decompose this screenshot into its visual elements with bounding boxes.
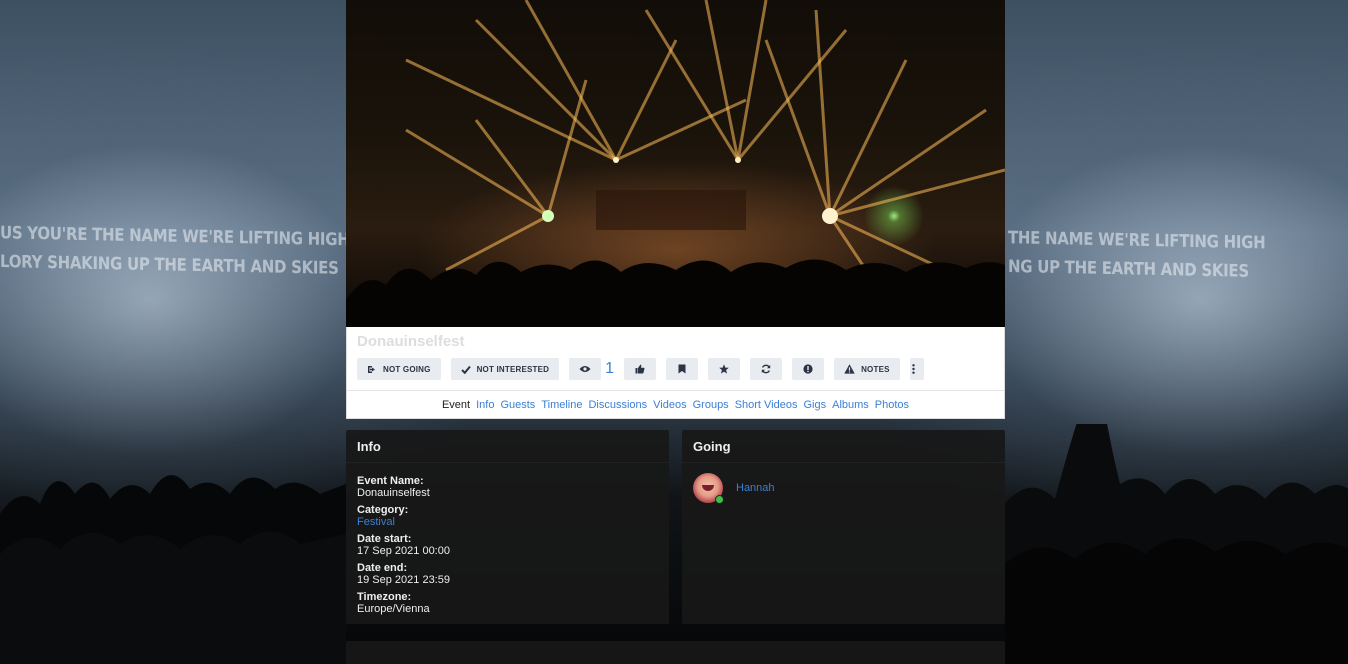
going-panel-title: Going	[682, 430, 1005, 463]
bookmark-icon	[678, 364, 686, 374]
sign-out-icon	[367, 365, 377, 374]
views-button[interactable]	[569, 358, 602, 380]
eye-icon	[579, 365, 591, 373]
going-panel: Going Hannah	[682, 430, 1005, 624]
avatar[interactable]	[693, 473, 724, 504]
info-panel-title: Info	[346, 430, 669, 463]
timezone-value: Europe/Vienna	[357, 603, 430, 615]
not-going-button[interactable]: NOT GOING	[357, 358, 441, 380]
lyrics-line: NG UP THE EARTH AND SKIES	[1008, 255, 1249, 282]
refresh-button[interactable]	[750, 358, 783, 380]
date-end-value: 19 Sep 2021 23:59	[357, 574, 450, 586]
notes-button[interactable]: NOTES	[834, 358, 900, 380]
tab-info[interactable]: Info	[476, 399, 494, 411]
tab-timeline[interactable]: Timeline	[541, 399, 582, 411]
event-tabs: Event Info Guests Timeline Discussions V…	[347, 390, 1004, 418]
lyrics-line: LORY SHAKING UP THE EARTH AND SKIES	[0, 250, 339, 279]
background-lyrics-left: US YOU'RE THE NAME WE'RE LIFTING HIGH LO…	[0, 219, 349, 284]
refresh-icon	[761, 364, 771, 374]
online-status-icon	[715, 495, 724, 504]
tab-discussions[interactable]: Discussions	[588, 399, 647, 411]
info-panel: Info Event Name: Donauinselfest Category…	[346, 430, 669, 624]
tab-guests[interactable]: Guests	[500, 399, 535, 411]
event-panels: Info Event Name: Donauinselfest Category…	[346, 430, 1005, 624]
info-panel-body: Event Name: Donauinselfest Category: Fes…	[346, 463, 669, 625]
attendee-item[interactable]: Hannah	[693, 473, 994, 504]
timezone-row: Timezone: Europe/Vienna	[357, 591, 658, 615]
event-header-card: Donauinselfest NOT GOING NOT INTERESTED …	[346, 327, 1005, 419]
not-interested-button[interactable]: NOT INTERESTED	[450, 358, 560, 380]
event-title: Donauinselfest	[357, 333, 465, 350]
date-end-label: Date end:	[357, 562, 408, 574]
date-start-row: Date start: 17 Sep 2021 00:00	[357, 533, 658, 557]
attendee-name[interactable]: Hannah	[736, 482, 775, 494]
views-count: 1	[605, 360, 615, 377]
tab-short-videos[interactable]: Short Videos	[735, 399, 798, 411]
background-lyrics-right: THE NAME WE'RE LIFTING HIGH NG UP THE EA…	[1008, 224, 1265, 287]
bookmark-button[interactable]	[666, 358, 699, 380]
timezone-label: Timezone:	[357, 591, 412, 603]
date-start-label: Date start:	[357, 533, 412, 545]
event-action-bar: NOT GOING NOT INTERESTED 1 NOTES	[347, 355, 1004, 390]
not-going-label: NOT GOING	[383, 364, 431, 374]
tab-groups[interactable]: Groups	[693, 399, 729, 411]
category-row: Category: Festival	[357, 504, 658, 528]
favorite-button[interactable]	[708, 358, 741, 380]
concert-stage-image	[346, 0, 1005, 327]
event-name-row: Event Name: Donauinselfest	[357, 475, 658, 499]
report-button[interactable]	[792, 358, 825, 380]
tab-gigs[interactable]: Gigs	[803, 399, 826, 411]
category-label: Category:	[357, 504, 409, 516]
more-options-button[interactable]	[909, 358, 924, 380]
tab-videos[interactable]: Videos	[653, 399, 686, 411]
exclamation-circle-icon	[803, 364, 813, 374]
star-icon	[719, 364, 729, 374]
event-name-label: Event Name:	[357, 475, 424, 487]
warning-triangle-icon	[844, 364, 855, 374]
category-link[interactable]: Festival	[357, 516, 658, 528]
vertical-ellipsis-icon	[912, 364, 915, 374]
tab-albums[interactable]: Albums	[832, 399, 869, 411]
event-name-value: Donauinselfest	[357, 487, 430, 499]
event-page-column: Donauinselfest NOT GOING NOT INTERESTED …	[346, 0, 1005, 664]
thumbs-up-icon	[635, 364, 645, 374]
not-interested-label: NOT INTERESTED	[476, 364, 550, 374]
next-section-panel	[346, 641, 1005, 664]
notes-label: NOTES	[861, 364, 890, 374]
going-panel-body: Hannah	[682, 463, 1005, 513]
date-end-row: Date end: 19 Sep 2021 23:59	[357, 562, 658, 586]
like-button[interactable]	[624, 358, 657, 380]
tab-photos[interactable]: Photos	[875, 399, 909, 411]
tab-event[interactable]: Event	[442, 399, 470, 411]
check-icon	[460, 365, 471, 374]
date-start-value: 17 Sep 2021 00:00	[357, 545, 450, 557]
event-cover-photo[interactable]	[346, 0, 1005, 327]
